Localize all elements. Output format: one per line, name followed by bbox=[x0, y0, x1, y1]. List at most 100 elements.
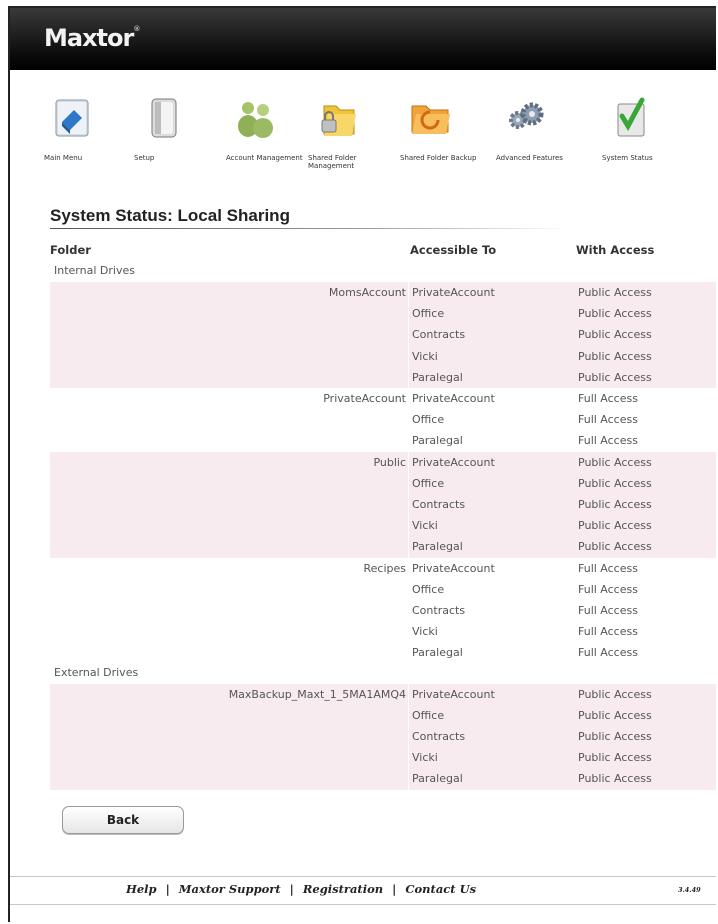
with-access-cell: Public Access bbox=[578, 519, 652, 533]
back-button[interactable]: Back bbox=[62, 806, 184, 834]
with-access-cell: Public Access bbox=[578, 751, 652, 765]
nav-label: Shared Folder Backup bbox=[400, 154, 477, 162]
accessible-to-cell: Office bbox=[412, 582, 445, 596]
title-divider bbox=[50, 228, 570, 229]
main-nav: Main Menu Setup Account Management Share… bbox=[10, 96, 716, 196]
with-access-cell: Full Access bbox=[578, 434, 638, 448]
with-access-cell: Public Access bbox=[578, 540, 652, 554]
nav-label: Account Management bbox=[226, 154, 303, 162]
with-access-cell: Full Access bbox=[578, 392, 638, 405]
nav-label: System Status bbox=[602, 154, 653, 162]
accessible-to-cell: Office bbox=[412, 413, 445, 427]
folder-name: Public bbox=[373, 455, 406, 469]
with-access-cell: Full Access bbox=[578, 413, 638, 427]
setup-icon bbox=[151, 98, 177, 138]
footer-divider bbox=[10, 904, 716, 905]
with-access-cell: Public Access bbox=[578, 370, 652, 384]
footer-link-contact-us[interactable]: Contact Us bbox=[405, 882, 476, 896]
account-management-icon bbox=[238, 102, 273, 138]
footer-link-maxtor-support[interactable]: Maxtor Support bbox=[179, 882, 281, 896]
nav-item-setup[interactable]: Setup bbox=[134, 96, 214, 162]
nav-item-account-management[interactable]: Account Management bbox=[226, 96, 306, 162]
column-divider bbox=[408, 683, 409, 790]
accessible-to-cell: Contracts bbox=[412, 328, 466, 342]
drive-group-label: External Drives bbox=[54, 665, 139, 679]
accessible-to-cell: Contracts bbox=[412, 604, 466, 617]
logo-mark: ® bbox=[133, 25, 140, 33]
with-access-cell: Full Access bbox=[578, 604, 638, 617]
with-access-cell: Public Access bbox=[578, 328, 652, 342]
accessible-to-cell: Paralegal bbox=[412, 772, 463, 786]
accessible-to-cell: PrivateAccount bbox=[412, 392, 495, 405]
column-header-accessible-to: Accessible To bbox=[410, 243, 497, 257]
accessible-to-cell: Office bbox=[412, 708, 445, 722]
nav-label: Shared Folder Management bbox=[308, 154, 357, 170]
with-access-cell: Full Access bbox=[578, 561, 638, 575]
maxtor-logo[interactable]: Maxtor® bbox=[44, 24, 140, 52]
accessible-to-cell: PrivateAccount bbox=[412, 455, 495, 469]
footer-links: Help | Maxtor Support | Registration | Contact… bbox=[126, 882, 476, 896]
with-access-cell: Public Access bbox=[578, 476, 652, 490]
with-access-cell: Public Access bbox=[578, 687, 652, 701]
with-access-cell: Public Access bbox=[578, 307, 652, 321]
footer-separator: | bbox=[165, 882, 170, 896]
footer-separator: | bbox=[289, 882, 294, 896]
accessible-to-cell: PrivateAccount bbox=[412, 687, 495, 701]
with-access-cell: Full Access bbox=[578, 625, 638, 639]
accessible-to-cell: PrivateAccount bbox=[412, 561, 495, 575]
drive-group-label: Internal Drives bbox=[54, 264, 135, 277]
accessible-to-cell: Office bbox=[412, 307, 445, 321]
logo-text: Maxtor bbox=[44, 24, 134, 52]
advanced-features-icon bbox=[509, 102, 544, 129]
accessible-to-cell: Office bbox=[412, 476, 445, 490]
with-access-cell: Public Access bbox=[578, 349, 652, 363]
nav-item-advanced-features[interactable]: Advanced Features bbox=[496, 96, 576, 162]
nav-label: Main Menu bbox=[44, 154, 83, 162]
accessible-to-cell: Contracts bbox=[412, 730, 466, 743]
with-access-cell: Public Access bbox=[578, 708, 652, 722]
with-access-cell: Public Access bbox=[578, 286, 652, 299]
accessible-to-cell: Paralegal bbox=[412, 434, 463, 448]
footer-separator: | bbox=[392, 882, 397, 896]
shared-folder-management-icon bbox=[321, 105, 356, 136]
header-bar: Maxtor® bbox=[10, 8, 716, 70]
app-frame: Maxtor® Main Menu Setup Account Manageme… bbox=[8, 6, 716, 922]
system-status-icon bbox=[617, 97, 645, 137]
footer-divider bbox=[10, 876, 716, 877]
accessible-to-cell: Vicki bbox=[412, 625, 438, 639]
nav-label: Advanced Features bbox=[496, 154, 563, 162]
accessible-to-cell: Paralegal bbox=[412, 540, 463, 554]
shared-folder-backup-icon bbox=[411, 105, 450, 134]
column-divider bbox=[408, 282, 409, 388]
with-access-cell: Public Access bbox=[578, 730, 652, 743]
footer-link-help[interactable]: Help bbox=[126, 882, 157, 896]
with-access-cell: Public Access bbox=[578, 455, 652, 469]
nav-item-system-status[interactable]: System Status bbox=[602, 96, 682, 162]
folder-name: MomsAccount bbox=[328, 286, 406, 299]
page-title: System Status: Local Sharing bbox=[50, 206, 290, 225]
nav-item-shared-folder-management[interactable]: Shared Folder Management bbox=[308, 96, 388, 170]
folder-name: PrivateAccount bbox=[323, 392, 406, 405]
accessible-to-cell: Paralegal bbox=[412, 370, 463, 384]
version-number: 3.4.49 bbox=[678, 886, 701, 894]
accessible-to-cell: Vicki bbox=[412, 519, 438, 533]
accessible-to-cell: Contracts bbox=[412, 498, 466, 511]
accessible-to-cell: PrivateAccount bbox=[412, 286, 495, 299]
column-header-folder: Folder bbox=[50, 243, 91, 257]
with-access-cell: Public Access bbox=[578, 772, 652, 786]
folder-name: Recipes bbox=[363, 561, 406, 575]
column-header-with-access: With Access bbox=[576, 243, 655, 257]
nav-label: Setup bbox=[134, 154, 155, 162]
with-access-cell: Public Access bbox=[578, 498, 652, 511]
accessible-to-cell: Vicki bbox=[412, 349, 438, 363]
nav-item-shared-folder-backup[interactable]: Shared Folder Backup bbox=[400, 96, 480, 162]
accessible-to-cell: Paralegal bbox=[412, 646, 463, 660]
footer-link-registration[interactable]: Registration bbox=[303, 882, 383, 896]
main-menu-icon bbox=[55, 99, 89, 137]
accessible-to-cell: Vicki bbox=[412, 751, 438, 765]
nav-item-main-menu[interactable]: Main Menu bbox=[44, 96, 124, 162]
with-access-cell: Full Access bbox=[578, 582, 638, 596]
with-access-cell: Full Access bbox=[578, 646, 638, 660]
folder-name: MaxBackup_Maxt_1_5MA1AMQ4 bbox=[228, 687, 406, 701]
column-divider bbox=[408, 451, 409, 558]
